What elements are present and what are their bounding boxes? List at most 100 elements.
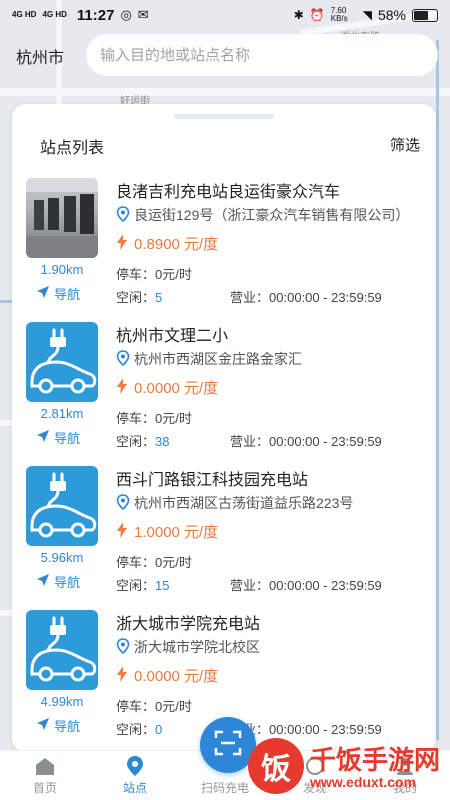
hours-value: 00:00:00 - 23:59:59 [269, 290, 382, 305]
station-availability: 空闲：5 营业：00:00:00 - 23:59:59 [116, 287, 426, 306]
tab-stations[interactable]: 站点 [90, 751, 180, 800]
station-availability: 空闲：15 营业：00:00:00 - 23:59:59 [116, 575, 426, 594]
lightning-icon [116, 521, 128, 542]
lightning-icon [116, 233, 128, 254]
watermark-logo: 饭 [248, 738, 304, 794]
station-name[interactable]: 浙大城市学院充电站 [116, 610, 260, 634]
watermark: 饭 千饭手游网 www.eduxt.com [240, 738, 450, 800]
filter-button[interactable]: 筛选 [390, 134, 420, 155]
battery-percent: 58% [377, 7, 406, 23]
free-count: 0 [155, 722, 163, 737]
station-price: 1.0000 元/度 [116, 521, 218, 542]
station-parking: 停车：0元/时 [116, 264, 192, 283]
bluetooth-icon: ✱ [293, 8, 304, 22]
navigation-arrow-icon [36, 573, 50, 590]
station-parking: 停车：0元/时 [116, 408, 192, 427]
station-item[interactable]: 5.96km 导航 西斗门路银江科技园充电站杭州市西湖区古荡街道益乐路223号 1.0… [12, 462, 436, 606]
tab-stations-label: 站点 [122, 781, 147, 795]
parking-label: 停车： [116, 555, 156, 570]
free-label: 空闲： [116, 722, 156, 737]
business-hours: 营业：00:00:00 - 23:59:59 [230, 575, 382, 594]
ev-charging-car-icon [26, 322, 98, 402]
free-label: 空闲： [116, 578, 156, 593]
navigate-button[interactable]: 导航 [36, 716, 80, 735]
station-distance: 5.96km [40, 550, 84, 565]
ev-charging-car-icon [26, 610, 98, 690]
station-address-text: 良运街129号（浙江豪众汽车销售有限公司） [134, 207, 410, 223]
network-speed: 7.60 KB/s [330, 6, 348, 23]
lightning-icon [116, 665, 128, 686]
parking-value: 0元/时 [155, 411, 192, 426]
navigation-arrow-icon [36, 429, 50, 446]
search-bar[interactable] [86, 34, 438, 76]
drag-handle[interactable] [174, 114, 274, 119]
watermark-url: www.eduxt.com [310, 774, 417, 790]
tab-home[interactable]: 首页 [0, 751, 90, 800]
navigate-label: 导航 [54, 431, 81, 446]
navigate-label: 导航 [54, 287, 81, 302]
station-address: 浙大城市学院北校区 [116, 637, 422, 657]
navigation-arrow-icon [36, 285, 50, 302]
panel-title: 站点列表 [40, 140, 105, 157]
watermark-title: 千饭手游网 [310, 745, 441, 775]
hours-label: 营业： [230, 578, 270, 593]
free-count: 38 [155, 434, 170, 449]
parking-value: 0元/时 [155, 555, 192, 570]
hours-value: 00:00:00 - 23:59:59 [269, 722, 382, 737]
station-name[interactable]: 杭州市文理二小 [116, 322, 228, 346]
parking-label: 停车： [116, 411, 156, 426]
station-price: 0.0000 元/度 [116, 377, 218, 398]
navigation-arrow-icon [36, 717, 50, 734]
station-availability: 空闲：38 营业：00:00:00 - 23:59:59 [116, 431, 426, 450]
station-photo [26, 178, 98, 258]
station-name[interactable]: 良渚吉利充电站良运街豪众汽车 [116, 178, 340, 202]
navigate-button[interactable]: 导航 [36, 572, 80, 591]
station-availability: 空闲：0营业：00:00:00 - 23:59:59 [116, 719, 426, 738]
free-label: 空闲： [116, 290, 156, 305]
search-input[interactable] [100, 46, 438, 64]
location-pin-icon [116, 205, 130, 225]
station-item[interactable]: 1.90km 导航 良渚吉利充电站良运街豪众汽车良运街129号（浙江豪众汽车销售有限… [12, 174, 436, 318]
station-address-text: 杭州市西湖区古荡街道益乐路223号 [134, 495, 354, 511]
station-name[interactable]: 西斗门路银江科技园充电站 [116, 466, 308, 490]
location-pin-icon [125, 755, 145, 777]
hours-label: 营业： [230, 290, 270, 305]
navigate-button[interactable]: 导航 [36, 284, 80, 303]
station-parking: 停车：0元/时 [116, 552, 192, 571]
ev-charging-car-icon [26, 466, 98, 546]
station-parking: 停车：0元/时 [116, 696, 192, 715]
navigate-label: 导航 [54, 719, 81, 734]
station-distance: 1.90km [40, 262, 84, 277]
home-icon [34, 755, 56, 777]
navigate-label: 导航 [54, 575, 81, 590]
station-price-text: 0.8900 元/度 [134, 236, 219, 253]
station-item[interactable]: 2.81km 导航 杭州市文理二小杭州市西湖区金庄路金家汇 0.0000 元/度停车：… [12, 318, 436, 462]
station-address: 良运街129号（浙江豪众汽车销售有限公司） [116, 205, 422, 225]
hours-label: 营业： [230, 434, 270, 449]
app-notification-icon: ◎ [120, 7, 132, 22]
free-count: 5 [155, 290, 163, 305]
parking-label: 停车： [116, 699, 156, 714]
station-address-text: 杭州市西湖区金庄路金家汇 [134, 351, 302, 367]
parking-label: 停车： [116, 267, 156, 282]
navigate-button[interactable]: 导航 [36, 428, 80, 447]
station-price-text: 1.0000 元/度 [134, 524, 219, 541]
status-time: 11:27 [76, 6, 115, 24]
station-list-panel: 站点列表 筛选 1.90km 导航 良渚吉利充电站良运街豪众汽车良运街129号（浙江… [12, 104, 436, 752]
location-pin-icon [116, 493, 130, 513]
hours-value: 00:00:00 - 23:59:59 [269, 434, 382, 449]
station-distance: 2.81km [40, 406, 84, 421]
network-indicator-2: 4G HD [42, 10, 67, 19]
free-label: 空闲： [116, 434, 156, 449]
parking-value: 0元/时 [155, 699, 192, 714]
parking-value: 0元/时 [155, 267, 192, 282]
tab-home-label: 首页 [32, 781, 57, 795]
station-price: 0.8900 元/度 [116, 233, 218, 254]
location-pin-icon [116, 637, 130, 657]
city-selector[interactable]: 杭州市 [16, 44, 64, 68]
alarm-icon: ⏰ [309, 8, 325, 22]
station-price-text: 0.0000 元/度 [134, 380, 219, 397]
station-price-text: 0.0000 元/度 [134, 668, 219, 685]
station-price: 0.0000 元/度 [116, 665, 218, 686]
station-address: 杭州市西湖区古荡街道益乐路223号 [116, 493, 422, 513]
